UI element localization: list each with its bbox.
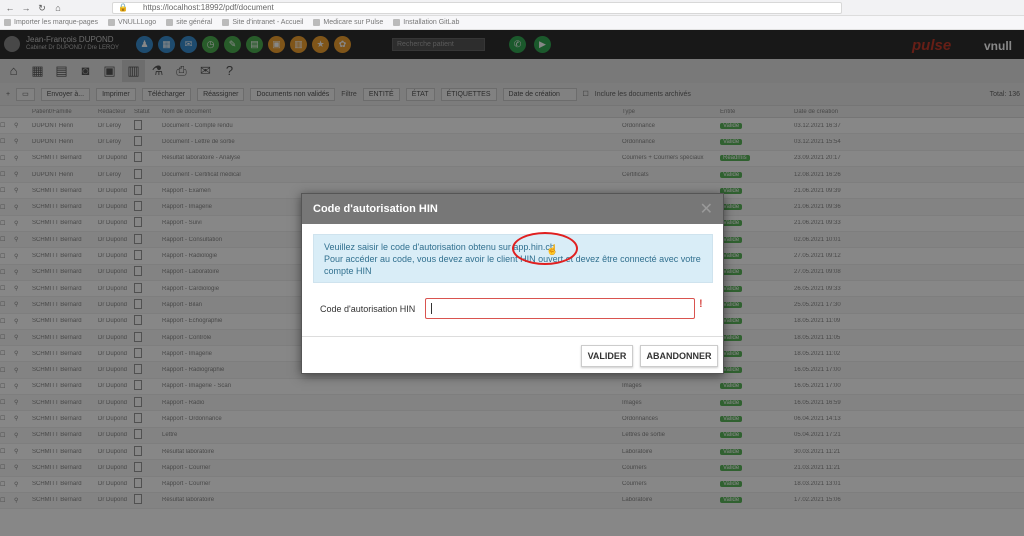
bookmark-icon: [166, 19, 174, 26]
hin-code-input[interactable]: [425, 298, 695, 319]
bookmark-item[interactable]: Medicare sur Pulse: [313, 19, 383, 26]
text-caret: [431, 303, 432, 314]
info-text-detail: Pour accéder au code, vous devez avoir l…: [324, 254, 701, 276]
bookmark-label: Installation GitLab: [403, 19, 460, 26]
modal-header: Code d'autorisation HIN ✕: [302, 194, 723, 224]
info-alert: Veuillez saisir le code d'autorisation o…: [313, 234, 713, 283]
bookmark-item[interactable]: Importer les marque-pages: [4, 19, 98, 26]
close-icon[interactable]: ✕: [700, 199, 713, 219]
bookmark-icon: [313, 19, 321, 26]
bookmarks-bar: Importer les marque-pages VNULLLogo site g…: [0, 16, 1024, 30]
bookmark-label: VNULLLogo: [118, 19, 157, 26]
reload-icon[interactable]: ↻: [36, 2, 48, 14]
info-text: Veuillez saisir le code d'autorisation o…: [324, 242, 514, 252]
bookmark-label: Medicare sur Pulse: [323, 19, 384, 26]
mouse-cursor-icon: ☝: [546, 245, 559, 256]
required-marker: !: [699, 298, 703, 310]
bookmark-icon: [4, 19, 11, 26]
bookmark-item[interactable]: site général: [166, 19, 212, 26]
modal-title: Code d'autorisation HIN: [313, 203, 438, 215]
modal-divider: [302, 336, 723, 337]
highlight-circle: [512, 232, 578, 265]
lock-icon: 🔒: [118, 3, 128, 12]
forward-icon[interactable]: →: [20, 2, 32, 14]
bookmark-label: site général: [176, 19, 213, 26]
hin-auth-modal: Code d'autorisation HIN ✕ Veuillez saisi…: [301, 193, 724, 374]
url-bar[interactable]: https://localhost:18992/pdf/document: [112, 2, 842, 14]
bookmark-label: Importer les marque-pages: [14, 19, 99, 26]
browser-toolbar: ← → ↻ ⌂ https://localhost:18992/pdf/docu…: [0, 0, 1024, 16]
cancel-button[interactable]: ABANDONNER: [640, 345, 718, 367]
home-icon[interactable]: ⌂: [52, 2, 64, 14]
bookmark-item[interactable]: Site d'intranet - Accueil: [222, 19, 303, 26]
bookmark-item[interactable]: VNULLLogo: [108, 19, 156, 26]
bookmark-icon: [222, 19, 230, 26]
bookmark-icon: [108, 19, 116, 26]
bookmark-icon: [393, 19, 401, 26]
bookmark-label: Site d'intranet - Accueil: [232, 19, 304, 26]
validate-button[interactable]: VALIDER: [581, 345, 633, 367]
hin-code-label: Code d'autorisation HIN: [320, 304, 416, 314]
screen: ← → ↻ ⌂ https://localhost:18992/pdf/docu…: [0, 0, 1024, 536]
back-icon[interactable]: ←: [4, 2, 16, 14]
bookmark-item[interactable]: Installation GitLab: [393, 19, 459, 26]
